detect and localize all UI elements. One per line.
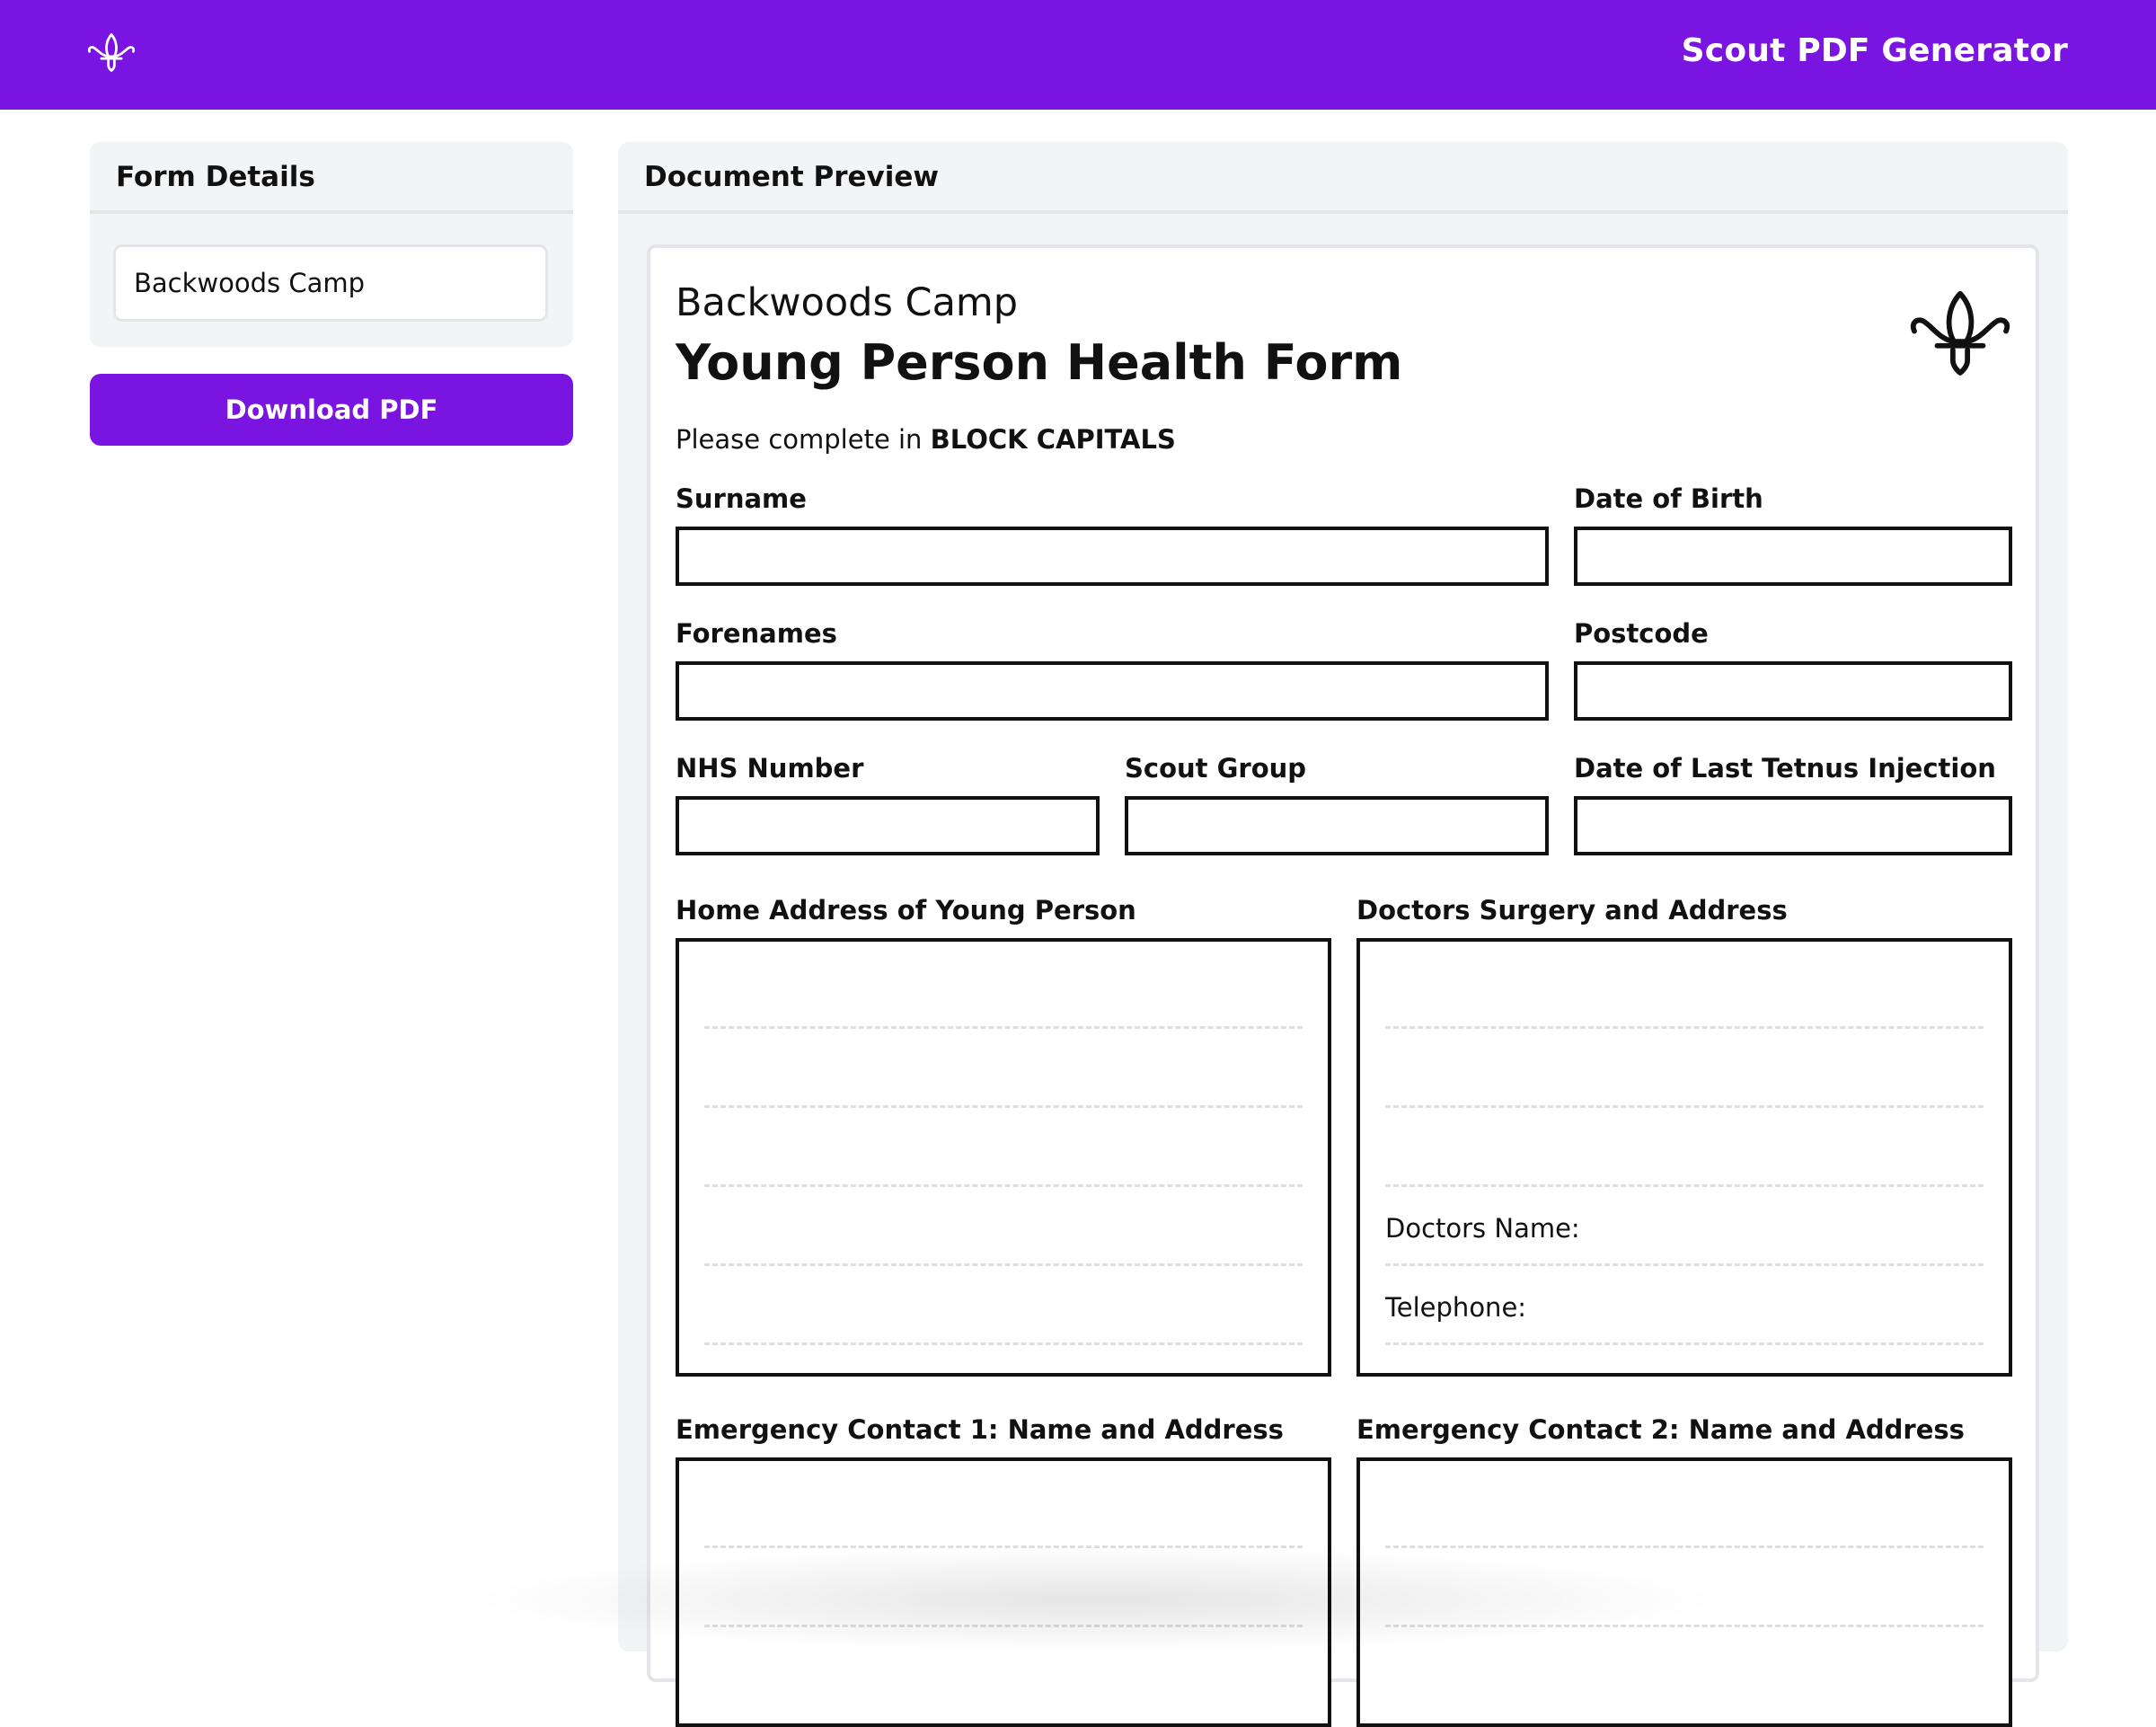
emergency-contact-2-field xyxy=(1356,1457,2012,1727)
form-details-title: Form Details xyxy=(90,142,573,214)
surname-label: Surname xyxy=(676,483,807,514)
document-page: Backwoods Camp Young Person Health Form … xyxy=(647,244,2039,1727)
postcode-label: Postcode xyxy=(1574,618,1709,649)
writing-line xyxy=(1385,1545,1984,1548)
doctors-name-label: Doctors Name: xyxy=(1385,1213,1580,1244)
document-preview-title: Document Preview xyxy=(618,142,2068,214)
doctors-surgery-label: Doctors Surgery and Address xyxy=(1356,895,1788,925)
writing-line xyxy=(1385,1263,1984,1266)
fleur-de-lis-icon xyxy=(87,33,136,72)
app-title: Scout PDF Generator xyxy=(1681,32,2068,69)
form-details-panel: Form Details xyxy=(90,142,573,347)
writing-line xyxy=(704,1026,1303,1029)
tetanus-label: Date of Last Tetnus Injection xyxy=(1574,753,1996,784)
writing-line xyxy=(1385,1625,1984,1627)
doctors-surgery-field: Doctors Name: Telephone: xyxy=(1356,938,2012,1377)
forenames-field xyxy=(676,661,1549,721)
date-of-birth-label: Date of Birth xyxy=(1574,483,1763,514)
tetanus-field xyxy=(1574,796,2012,855)
doc-form-title: Young Person Health Form xyxy=(676,334,1403,391)
nhs-number-label: NHS Number xyxy=(676,753,864,784)
writing-line xyxy=(704,1625,1303,1627)
scout-group-field xyxy=(1125,796,1549,855)
postcode-field xyxy=(1574,661,2012,721)
writing-line xyxy=(1385,1184,1984,1187)
document-preview-panel: Document Preview Backwoods Camp Young Pe… xyxy=(618,142,2068,1727)
date-of-birth-field xyxy=(1574,527,2012,586)
writing-line xyxy=(704,1342,1303,1345)
writing-line xyxy=(704,1105,1303,1108)
home-address-label: Home Address of Young Person xyxy=(676,895,1136,925)
nhs-number-field xyxy=(676,796,1100,855)
writing-line xyxy=(704,1263,1303,1266)
writing-line xyxy=(704,1184,1303,1187)
instruction-text: Please complete in BLOCK CAPITALS xyxy=(676,424,1176,455)
writing-line xyxy=(1385,1342,1984,1345)
telephone-label: Telephone: xyxy=(1385,1292,1527,1323)
scout-group-label: Scout Group xyxy=(1125,753,1307,784)
home-address-field xyxy=(676,938,1331,1377)
instruction-emphasis: BLOCK CAPITALS xyxy=(930,424,1176,455)
top-bar: Scout PDF Generator xyxy=(0,0,2156,110)
emergency-contact-1-label: Emergency Contact 1: Name and Address xyxy=(676,1414,1284,1445)
fleur-de-lis-icon xyxy=(1910,290,2010,376)
writing-line xyxy=(1385,1026,1984,1029)
writing-line xyxy=(1385,1105,1984,1108)
instruction-prefix: Please complete in xyxy=(676,424,923,455)
download-pdf-button[interactable]: Download PDF xyxy=(90,374,573,446)
doc-event-name: Backwoods Camp xyxy=(676,280,1019,325)
event-name-input[interactable] xyxy=(113,244,548,322)
writing-line xyxy=(704,1545,1303,1548)
emergency-contact-1-field xyxy=(676,1457,1331,1727)
forenames-label: Forenames xyxy=(676,618,837,649)
emergency-contact-2-label: Emergency Contact 2: Name and Address xyxy=(1356,1414,1965,1445)
surname-field xyxy=(676,527,1549,586)
